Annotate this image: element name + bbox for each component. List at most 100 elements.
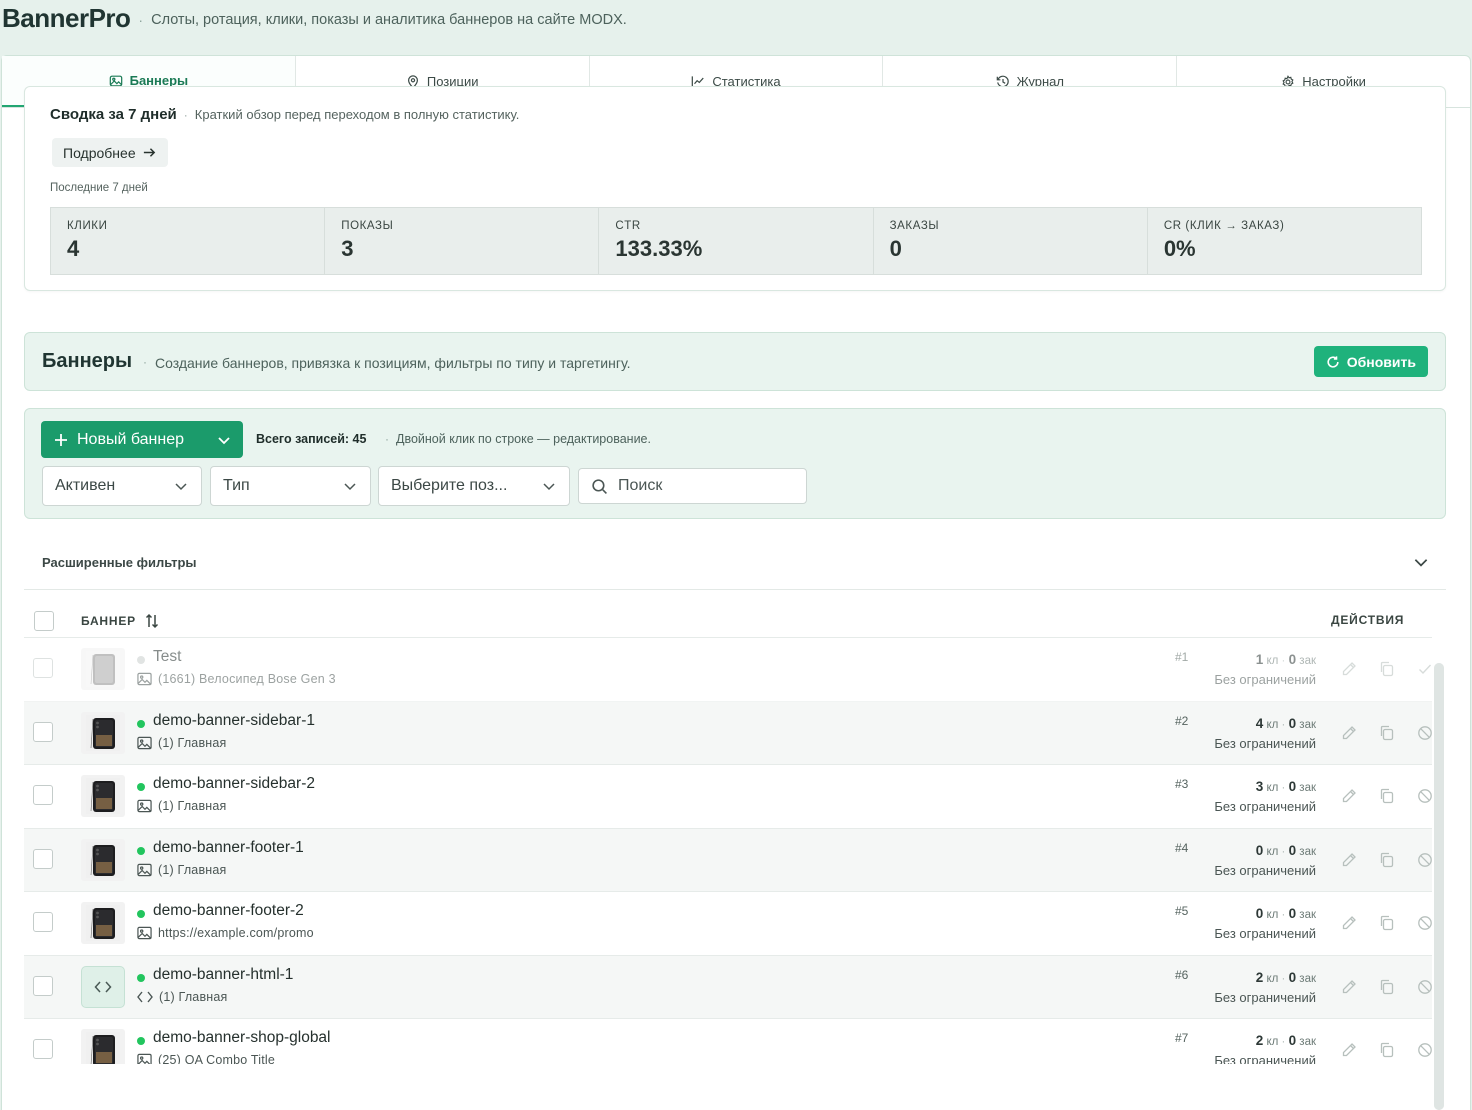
table-row[interactable]: demo-banner-html-1 (1) Главная #6 2 кл · 0 … (24, 955, 1432, 1019)
row-checkbox[interactable] (33, 721, 53, 742)
new-banner-dropdown[interactable] (205, 432, 243, 448)
scrollbar-thumb[interactable] (1434, 663, 1444, 1110)
image-icon (137, 736, 152, 749)
stat-cr: CR (клик → заказ) 0% (1148, 208, 1421, 274)
table-row[interactable]: demo-banner-sidebar-1 (1) Главная #2 4 кл ·… (24, 701, 1432, 765)
summary-separator: · (183, 108, 188, 122)
copy-icon[interactable] (1379, 915, 1395, 931)
clicks-count: 0 (1255, 906, 1264, 921)
row-checkbox[interactable] (33, 848, 53, 869)
copy-icon[interactable] (1379, 852, 1395, 868)
banner-thumbnail (81, 965, 125, 1008)
advanced-filters[interactable]: Расширенные фильтры (24, 538, 1446, 590)
sort-icon[interactable] (144, 613, 160, 629)
banner-target: (1) Главная (137, 736, 227, 750)
stat-value: 0 (889, 236, 902, 261)
edit-icon[interactable] (1341, 788, 1357, 804)
edit-icon[interactable] (1341, 661, 1357, 677)
copy-icon[interactable] (1379, 1042, 1395, 1058)
enable-icon[interactable] (1417, 661, 1432, 677)
banner-limit: Без ограничений (1214, 989, 1316, 1005)
section-title: Баннеры (42, 350, 133, 372)
status-dot (137, 910, 145, 918)
table-row[interactable]: demo-banner-shop-global (25) QA Combo Tit… (24, 1019, 1432, 1064)
chevron-down-icon (543, 483, 555, 491)
stat-label: Клики (67, 220, 108, 232)
stat-label: Заказы (889, 220, 940, 232)
clicks-unit: кл (1266, 845, 1279, 858)
banner-stats: 2 кл · 0 зак (1255, 1033, 1316, 1048)
app-header: BannerPro · Слоты, ротация, клики, показ… (0, 0, 1472, 48)
banner-thumbnail (81, 902, 125, 944)
refresh-button[interactable]: Обновить (1313, 346, 1428, 377)
filter-type-select[interactable]: Тип (210, 466, 371, 506)
table-row[interactable]: Test (1661) Велосипед Bose Gen 3 #1 1 кл · … (24, 638, 1432, 702)
clicks-unit: кл (1266, 718, 1279, 731)
image-icon (137, 926, 152, 940)
disable-icon[interactable] (1417, 979, 1432, 995)
row-checkbox[interactable] (33, 912, 53, 932)
toolbar-separator: · (385, 432, 389, 446)
banner-id: #4 (1175, 840, 1189, 855)
row-checkbox[interactable] (33, 1039, 53, 1059)
disable-icon[interactable] (1417, 852, 1432, 868)
orders-unit: зак (1299, 845, 1316, 858)
edit-icon[interactable] (1341, 979, 1357, 995)
clicks-unit: кл (1266, 782, 1279, 794)
clicks-unit: кл (1266, 655, 1279, 667)
stat-impressions: Показы 3 (325, 208, 600, 274)
row-checkbox[interactable] (33, 658, 53, 678)
banner-limit: Без ограничений (1214, 862, 1316, 878)
orders-count: 0 (1288, 715, 1297, 731)
banner-target-text: (1661) Велосипед Bose Gen 3 (158, 672, 336, 686)
column-banner[interactable]: Баннер (81, 613, 160, 629)
disable-icon[interactable] (1417, 1042, 1432, 1058)
chevron-down-icon (344, 483, 356, 491)
toolbar-hint: Двойной клик по строке — редактирование. (396, 432, 651, 446)
new-banner-main[interactable]: Новый баннер (41, 431, 205, 449)
copy-icon[interactable] (1379, 788, 1395, 804)
table-row[interactable]: demo-banner-footer-2 https://example.com/… (24, 892, 1432, 956)
banner-target: (25) QA Combo Title (137, 1053, 275, 1064)
row-checkbox[interactable] (33, 975, 53, 996)
select-all-checkbox[interactable] (34, 611, 54, 631)
edit-icon[interactable] (1341, 915, 1357, 931)
edit-icon[interactable] (1341, 852, 1357, 868)
banner-id: #1 (1175, 650, 1189, 664)
search-input[interactable] (618, 477, 788, 495)
stat-clicks: Клики 4 (51, 208, 326, 274)
filter-position-select[interactable]: Выберите поз... (378, 466, 570, 506)
search-box (578, 468, 807, 504)
banner-limit: Без ограничений (1214, 735, 1316, 751)
edit-icon[interactable] (1341, 1042, 1357, 1058)
orders-unit: зак (1299, 718, 1316, 731)
stat-ctr: CTR 133.33% (599, 208, 874, 274)
banner-name: demo-banner-footer-2 (153, 902, 304, 919)
table-row[interactable]: demo-banner-sidebar-2 (1) Главная #3 3 кл ·… (24, 765, 1432, 829)
stats-grid: Клики 4 Показы 3 CTR 133.33% Заказы 0 CR… (50, 207, 1422, 275)
banner-target: (1) Главная (137, 990, 228, 1004)
table-row[interactable]: demo-banner-footer-1 (1) Главная #4 0 кл · … (24, 828, 1432, 892)
app-title: BannerPro (2, 2, 131, 33)
banners-table: Баннер Действия Test (1661) Велосипед Bos… (24, 604, 1432, 1064)
copy-icon[interactable] (1379, 979, 1395, 995)
banner-thumbnail (81, 838, 125, 881)
more-details-button[interactable]: Подробнее (52, 138, 168, 167)
refresh-icon (1327, 355, 1339, 368)
disable-icon[interactable] (1417, 915, 1432, 931)
banner-stats: 0 кл · 0 зак (1255, 842, 1316, 858)
table-scrollbar[interactable] (1434, 663, 1444, 1110)
copy-icon[interactable] (1379, 725, 1395, 741)
banner-stats: 0 кл · 0 зак (1255, 906, 1316, 921)
copy-icon[interactable] (1379, 661, 1395, 677)
status-dot (137, 846, 145, 855)
edit-icon[interactable] (1341, 725, 1357, 741)
disable-icon[interactable] (1417, 788, 1432, 804)
new-banner-button[interactable]: Новый баннер (41, 421, 243, 458)
chevron-down-icon[interactable] (1412, 553, 1430, 571)
filter-active-select[interactable]: Активен (42, 466, 202, 506)
banner-limit: Без ограничений (1214, 926, 1316, 941)
status-dot (137, 783, 145, 791)
row-checkbox[interactable] (33, 785, 53, 805)
disable-icon[interactable] (1417, 725, 1432, 741)
